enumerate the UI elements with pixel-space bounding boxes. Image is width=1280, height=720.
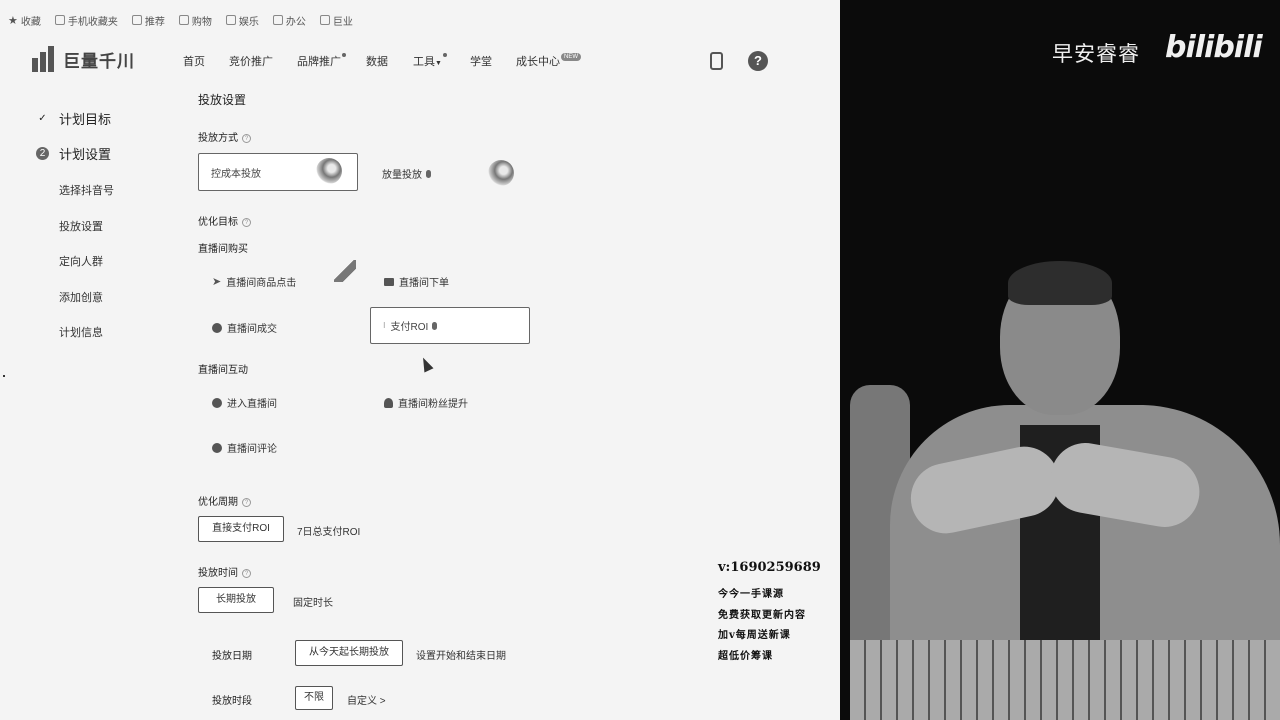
bookmark-favorites[interactable]: ★ 收藏: [8, 13, 41, 28]
promo-overlay: v:1690259689 今今一手课源 免费获取更新内容 加v每周送新课 超低价…: [718, 560, 838, 667]
nav-home[interactable]: 首页: [183, 53, 205, 69]
goal-comment[interactable]: 直播间评论: [212, 440, 277, 455]
presenter-figure: [850, 255, 1280, 720]
bookmarks-bar: ★ 收藏 手机收藏夹 推荐 购物 娱乐 办公 巨业: [0, 9, 359, 31]
coin-icon: [212, 322, 222, 333]
cycle-7day-roi[interactable]: 7日总支付ROI: [297, 523, 360, 538]
info-icon[interactable]: ?: [242, 217, 251, 227]
goal-payment-roi[interactable]: ⁝ 支付ROI: [370, 307, 530, 344]
nav-growth[interactable]: 成长中心 NEW: [516, 53, 581, 69]
person-icon: [384, 397, 393, 408]
qianchuan-app: ★ 收藏 手机收藏夹 推荐 购物 娱乐 办公 巨业 巨量千川 首页 竞价推广 品牌…: [0, 0, 840, 720]
folder-icon: [178, 15, 189, 25]
goal-enter-room[interactable]: 进入直播间: [212, 395, 277, 410]
comment-icon: [212, 442, 222, 453]
new-ribbon-icon: [334, 260, 356, 282]
sidebar-item-plan-info[interactable]: 计划信息: [59, 324, 103, 340]
goal-group-purchase: 直播间购买: [198, 244, 248, 255]
keyboard-shape: [850, 640, 1280, 720]
promo-line: 免费获取更新内容: [718, 609, 806, 621]
page-icon: [319, 15, 330, 25]
nav-data[interactable]: 数据: [366, 53, 388, 69]
step-plan-settings[interactable]: 2 计划设置: [36, 144, 111, 163]
chevron-down-icon: ▼: [435, 60, 442, 67]
bookmark-entertainment[interactable]: 娱乐: [225, 13, 259, 28]
rocket-icon: ➤: [212, 276, 222, 288]
star-icon: ★: [8, 14, 18, 27]
step-number: 2: [36, 147, 49, 160]
bookmark-shopping[interactable]: 购物: [178, 13, 212, 28]
stray-dot: [3, 375, 5, 377]
goal-fans-growth[interactable]: 直播间粉丝提升: [384, 395, 468, 410]
bookmark-mobile[interactable]: 手机收藏夹: [54, 13, 118, 28]
logo-bars-icon: [32, 46, 58, 72]
notification-dot: [442, 53, 447, 57]
info-icon[interactable]: ?: [242, 568, 251, 578]
brand-name: 巨量千川: [63, 51, 135, 71]
period-label: 投放时段: [212, 696, 252, 707]
method-label: 投放方式?: [198, 129, 251, 144]
time-fixed[interactable]: 固定时长: [293, 594, 333, 609]
help-icon[interactable]: ?: [748, 51, 768, 71]
period-unlimited[interactable]: 不限: [295, 686, 333, 710]
step-plan-goal[interactable]: ✓ 计划目标: [36, 109, 111, 128]
bulb-icon: [426, 169, 431, 178]
folder-icon: [225, 15, 236, 25]
bookmark-recommend[interactable]: 推荐: [131, 13, 165, 28]
phone-bookmark-icon: [54, 15, 65, 25]
cycle-label: 优化周期?: [198, 493, 251, 508]
goal-deal[interactable]: 直播间成交: [212, 320, 277, 335]
roi-icon: ⁝: [383, 321, 386, 330]
check-icon: ✓: [38, 113, 47, 124]
goal-label: 优化目标?: [198, 213, 251, 228]
goal-group-interaction: 直播间互动: [198, 365, 248, 376]
promo-line: 加v每周送新课: [718, 630, 791, 641]
time-long-term[interactable]: 长期投放: [198, 587, 274, 613]
folder-icon: [131, 15, 142, 25]
cart-icon: [384, 277, 394, 286]
swirl-illustration-icon: [316, 158, 342, 184]
bulb-icon: [432, 321, 438, 330]
mobile-icon[interactable]: [710, 52, 723, 70]
section-title: 投放设置: [198, 93, 247, 107]
presenter-hair: [1008, 261, 1112, 305]
goal-product-click[interactable]: ➤ 直播间商品点击: [212, 274, 296, 289]
option-volume[interactable]: 放量投放: [382, 166, 431, 181]
date-label: 投放日期: [212, 651, 252, 662]
new-badge: NEW: [561, 53, 581, 61]
brand-logo[interactable]: 巨量千川: [32, 46, 135, 72]
folder-icon: [272, 15, 283, 25]
bilibili-logo: bilibili: [1165, 30, 1263, 65]
presenter-video: 早安睿睿 bilibili: [840, 0, 1280, 720]
bookmark-office[interactable]: 办公: [272, 13, 306, 28]
goal-place-order[interactable]: 直播间下单: [384, 274, 449, 289]
contact-text: v:1690259689: [718, 560, 821, 575]
swirl-illustration-icon: [488, 160, 514, 186]
sidebar-item-audience[interactable]: 定向人群: [59, 253, 103, 269]
date-set-range[interactable]: 设置开始和结束日期: [416, 647, 506, 662]
promo-line: 今今一手课源: [718, 589, 784, 600]
nav-bidding[interactable]: 竞价推广: [229, 53, 273, 69]
bookmark-juye[interactable]: 巨业: [319, 13, 353, 28]
period-custom[interactable]: 自定义 >: [347, 692, 386, 707]
sidebar-item-douyin[interactable]: 选择抖音号: [59, 182, 114, 198]
nav-tools[interactable]: 工具▼: [413, 53, 447, 69]
enter-icon: [212, 397, 222, 408]
info-icon[interactable]: ?: [242, 497, 251, 507]
date-from-today[interactable]: 从今天起长期投放: [295, 640, 403, 666]
sidebar-item-delivery[interactable]: 投放设置: [59, 218, 103, 234]
promo-line: 超低价筹课: [718, 650, 773, 662]
nav-brand[interactable]: 品牌推广: [297, 53, 346, 69]
top-navigation: 巨量千川 首页 竞价推广 品牌推广 数据 工具▼ 学堂 成长中心 NEW ?: [0, 40, 840, 84]
cycle-direct-roi[interactable]: 直接支付ROI: [198, 516, 284, 542]
info-icon[interactable]: ?: [242, 133, 251, 143]
nav-academy[interactable]: 学堂: [470, 53, 492, 69]
time-label: 投放时间?: [198, 564, 251, 579]
sidebar-item-creative[interactable]: 添加创意: [59, 289, 103, 305]
notification-dot: [342, 53, 346, 57]
channel-name: 早安睿睿: [1052, 42, 1140, 66]
